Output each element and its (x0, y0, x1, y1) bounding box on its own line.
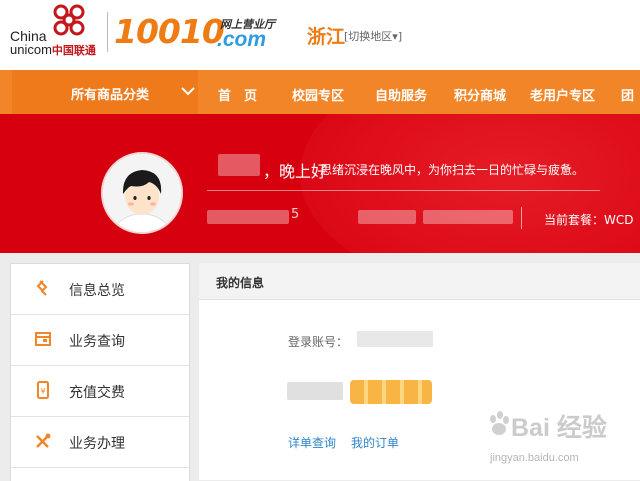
user-name-masked (218, 154, 260, 176)
overview-icon (36, 280, 48, 296)
account-label: 登录账号： (288, 335, 349, 349)
query-icon (35, 332, 51, 346)
nav-item-home[interactable]: 首 页 (218, 85, 257, 104)
phone-number-tail: 5 (291, 207, 300, 222)
sidebar-item-services[interactable]: 业务办理 (11, 417, 189, 468)
sidebar-menu: 信息总览 业务查询 ¥ 充值交费 业务办理 (10, 263, 190, 481)
paw-icon (490, 411, 509, 435)
unicom-logo-icon[interactable] (48, 3, 90, 37)
banner-divider (207, 190, 600, 191)
logo-divider (107, 12, 108, 52)
sidebar-item-label: 信息总览 (69, 283, 125, 299)
user-name-masked (287, 382, 343, 400)
user-level-stars (350, 380, 432, 404)
chevron-down-icon (181, 87, 195, 96)
nav-item-points-mall[interactable]: 积分商城 (454, 85, 506, 104)
my-orders-link[interactable]: 我的订单 (351, 434, 399, 451)
nav-item-campus[interactable]: 校园专区 (292, 85, 344, 104)
logo-text-china: China (10, 28, 47, 44)
sidebar-item-overview[interactable]: 信息总览 (11, 264, 189, 315)
greeting-text: ，晚上好 (263, 162, 328, 181)
nav-item-self-service[interactable]: 自助服务 (375, 85, 427, 104)
panel-title: 我的信息 (216, 276, 265, 290)
banner-glow (300, 114, 640, 253)
account-info-masked-1 (358, 210, 416, 224)
greeting-message: 思绪沉浸在晚风中，为你扫去一日的忙碌与疲惫。 (320, 163, 585, 177)
brand-number[interactable]: 10010 (114, 14, 225, 50)
bill-detail-link[interactable]: 详单查询 (288, 434, 336, 451)
account-info-masked-2 (423, 210, 513, 224)
watermark-url: jingyan.baidu.com (490, 452, 579, 464)
site-header: China unicom中国联通 10010 网上营业厅 .com 浙江 [切换… (0, 0, 640, 70)
nav-item-existing-users[interactable]: 老用户专区 (530, 85, 595, 104)
recharge-icon: ¥ (37, 381, 49, 399)
banner-separator (521, 207, 522, 229)
category-menu-label: 所有商品分类 (71, 88, 150, 103)
tools-icon (36, 433, 51, 448)
region-switch-link[interactable]: [切换地区▾] (344, 28, 402, 44)
phone-number-masked (207, 210, 289, 224)
svg-text:¥: ¥ (40, 387, 45, 396)
logo-text-unicom: unicom中国联通 (10, 42, 96, 58)
sidebar-item-recharge[interactable]: ¥ 充值交费 (11, 366, 189, 417)
brand-domain: .com (217, 28, 267, 51)
nav-item-group[interactable]: 团 (621, 85, 634, 104)
current-plan-label: 当前套餐：WCD (544, 213, 634, 227)
category-menu[interactable]: 所有商品分类 (12, 70, 198, 114)
main-nav: 所有商品分类 首 页 校园专区 自助服务 积分商城 老用户专区 团 (0, 70, 640, 114)
account-number-masked (357, 331, 433, 347)
user-avatar-icon (103, 154, 181, 232)
avatar[interactable] (101, 152, 183, 234)
baidu-watermark: Bai 经验 jingyan.baidu.com (488, 408, 638, 476)
panel-header: 我的信息 (199, 263, 640, 300)
user-banner: ，晚上好 思绪沉浸在晚风中，为你扫去一日的忙碌与疲惫。 5 当前套餐：WCD (0, 114, 640, 253)
watermark-text: Bai 经验 (511, 414, 607, 442)
sidebar-item-query[interactable]: 业务查询 (11, 315, 189, 366)
region-name: 浙江 (307, 26, 346, 48)
sidebar-item-label: 充值交费 (69, 385, 125, 401)
sidebar-item-label: 业务办理 (69, 436, 125, 452)
sidebar-item-label: 业务查询 (69, 334, 125, 350)
